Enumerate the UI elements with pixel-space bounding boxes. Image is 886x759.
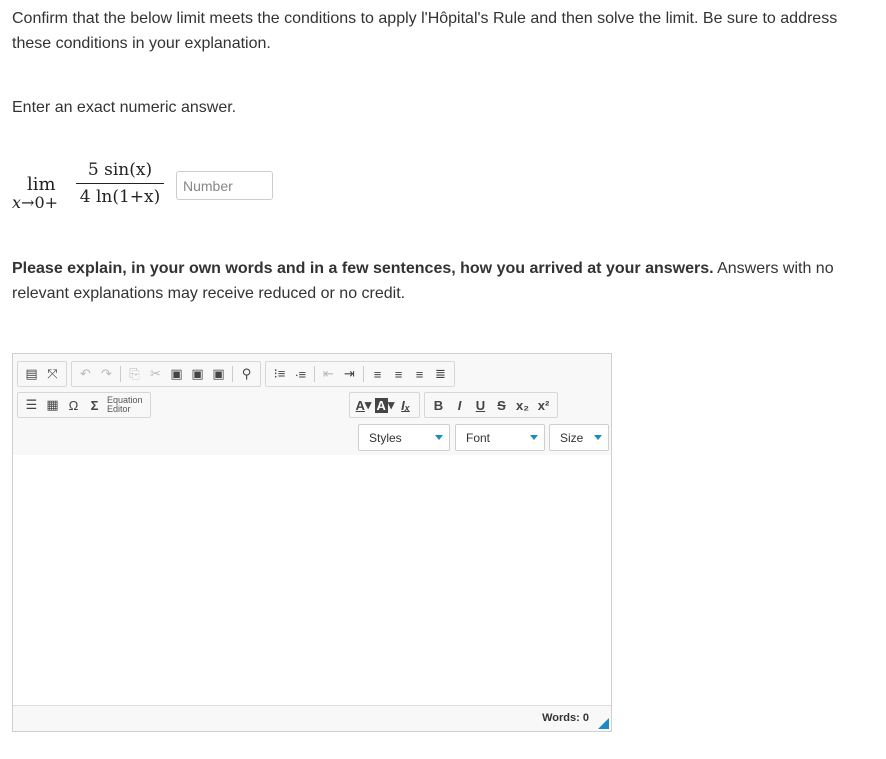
toolbar-separator: [314, 366, 315, 382]
insert-group: ☰ ▦ Ω Σ Equation Editor: [17, 392, 151, 418]
italic-button[interactable]: I: [449, 394, 470, 416]
word-count: Words: 0: [542, 712, 589, 724]
special-char-icon[interactable]: Ω: [63, 394, 84, 416]
cut-icon[interactable]: ✂: [145, 363, 166, 385]
numbered-list-icon[interactable]: ⁝≡: [269, 363, 290, 385]
explanation-instructions: Please explain, in your own words and in…: [12, 256, 862, 306]
explanation-bold-text: Please explain, in your own words and in…: [12, 260, 714, 277]
source-icon[interactable]: ▤: [21, 363, 42, 385]
word-count-label: Words:: [542, 712, 580, 724]
paste-word-icon[interactable]: ▣: [208, 363, 229, 385]
document-group: ▤ ⤧: [17, 361, 67, 387]
horizontal-line-icon[interactable]: ☰: [21, 394, 42, 416]
editor-content-area[interactable]: [13, 455, 611, 706]
limit-denominator: 4 ln(1+x): [79, 187, 161, 207]
superscript-button[interactable]: x²: [533, 394, 554, 416]
answer-number-input[interactable]: [176, 171, 273, 200]
bg-color-label: A: [374, 397, 388, 413]
toolbar-separator: [363, 366, 364, 382]
text-color-label: A: [355, 397, 365, 413]
size-dropdown-label: Size: [560, 430, 584, 445]
bold-button[interactable]: B: [428, 394, 449, 416]
sigma-icon[interactable]: Σ: [84, 394, 105, 416]
toolbar-separator: [232, 366, 233, 382]
color-group: A ▾ A ▾ Iₓ: [349, 392, 420, 418]
rich-text-editor: ▤ ⤧ ↶ ↷ ⎘ ✂ ▣ ▣ ▣ ⚲ ⁝≡ ∙≡ ⇤ ⇥ ≡ ≡ ≡ ≣ ☰ …: [12, 353, 612, 732]
paragraph-group: ⁝≡ ∙≡ ⇤ ⇥ ≡ ≡ ≡ ≣: [265, 361, 455, 387]
strikethrough-button[interactable]: S: [491, 394, 512, 416]
align-left-icon[interactable]: ≡: [367, 363, 388, 385]
align-center-icon[interactable]: ≡: [388, 363, 409, 385]
styles-dropdown[interactable]: Styles: [358, 424, 450, 451]
outdent-icon[interactable]: ⇤: [318, 363, 339, 385]
align-right-icon[interactable]: ≡: [409, 363, 430, 385]
font-dropdown-label: Font: [466, 430, 491, 445]
undo-icon[interactable]: ↶: [75, 363, 96, 385]
size-dropdown[interactable]: Size: [549, 424, 609, 451]
underline-button[interactable]: U: [470, 394, 491, 416]
word-count-value: 0: [582, 712, 589, 724]
chevron-down-icon: [435, 435, 443, 440]
fraction-bar: [76, 183, 164, 184]
bg-color-button[interactable]: A ▾: [374, 394, 395, 416]
table-icon[interactable]: ▦: [42, 394, 63, 416]
answer-prompt: Enter an exact numeric answer.: [12, 99, 237, 116]
paste-icon[interactable]: ▣: [166, 363, 187, 385]
toolbar-separator: [120, 366, 121, 382]
font-dropdown[interactable]: Font: [455, 424, 545, 451]
toolbar-row-1: ▤ ⤧ ↶ ↷ ⎘ ✂ ▣ ▣ ▣ ⚲ ⁝≡ ∙≡ ⇤ ⇥ ≡ ≡ ≡ ≣: [17, 361, 459, 387]
copy-icon[interactable]: ⎘: [124, 363, 145, 385]
paste-text-icon[interactable]: ▣: [187, 363, 208, 385]
subscript-button[interactable]: x₂: [512, 394, 533, 416]
equation-editor-button[interactable]: Equation Editor: [107, 396, 147, 414]
basic-styles-group: B I U S x₂ x²: [424, 392, 558, 418]
toolbar-row-2: ☰ ▦ Ω Σ Equation Editor A ▾ A ▾ Iₓ B I U S…: [17, 392, 562, 418]
limit-variable: x: [12, 193, 22, 212]
bulleted-list-icon[interactable]: ∙≡: [290, 363, 311, 385]
limit-numerator: 5 sin(x): [87, 160, 153, 180]
limit-fraction: 5 sin(x) 4 ln(1+x): [76, 158, 164, 209]
text-color-button[interactable]: A ▾: [353, 394, 374, 416]
chevron-down-icon: [530, 435, 538, 440]
limit-operator: lim: [27, 174, 56, 195]
styles-dropdown-label: Styles: [369, 430, 402, 445]
redo-icon[interactable]: ↷: [96, 363, 117, 385]
chevron-down-icon: [594, 435, 602, 440]
resize-handle-icon[interactable]: [598, 718, 609, 729]
find-icon[interactable]: ⚲: [236, 363, 257, 385]
editor-statusbar: Words: 0: [13, 705, 611, 731]
limit-subscript: x→0+: [12, 193, 58, 212]
remove-format-button[interactable]: Iₓ: [395, 394, 416, 416]
maximize-icon[interactable]: ⤧: [42, 363, 63, 385]
limit-approach: →0+: [21, 193, 59, 212]
clipboard-group: ↶ ↷ ⎘ ✂ ▣ ▣ ▣ ⚲: [71, 361, 261, 387]
indent-icon[interactable]: ⇥: [339, 363, 360, 385]
editor-toolbar: ▤ ⤧ ↶ ↷ ⎘ ✂ ▣ ▣ ▣ ⚲ ⁝≡ ∙≡ ⇤ ⇥ ≡ ≡ ≡ ≣ ☰ …: [13, 354, 611, 456]
justify-icon[interactable]: ≣: [430, 363, 451, 385]
question-instructions: Confirm that the below limit meets the c…: [12, 10, 838, 52]
